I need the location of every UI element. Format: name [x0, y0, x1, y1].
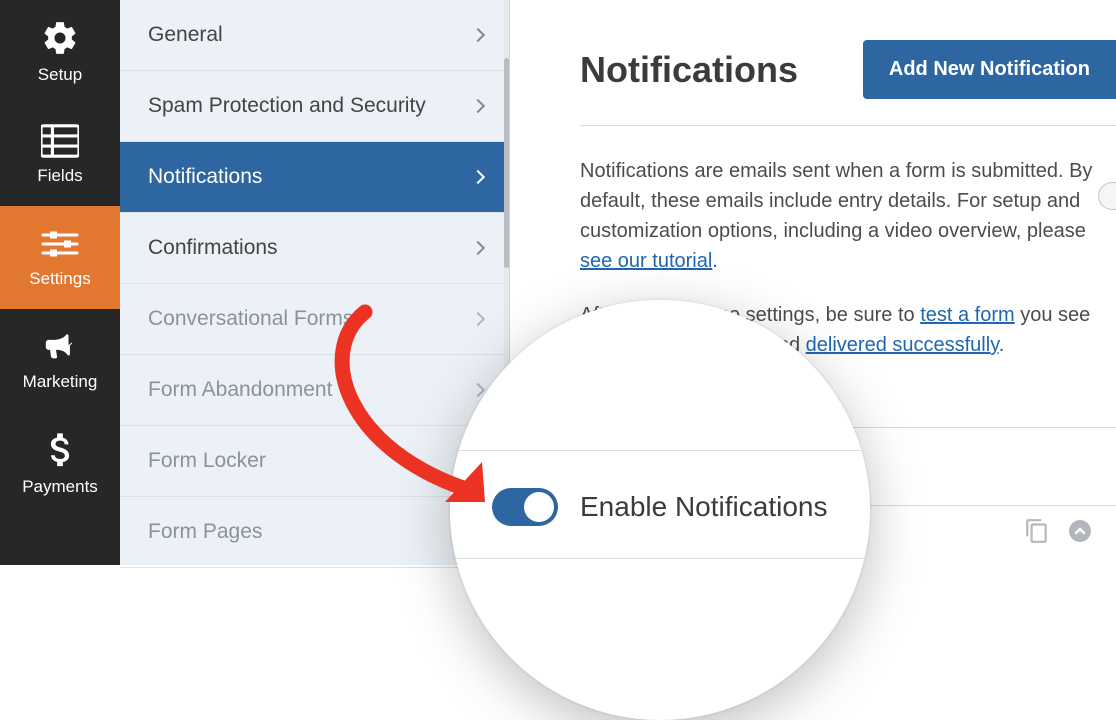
subpanel-label: Form Pages — [148, 520, 262, 544]
main-nav: Setup Fields Settings — [0, 0, 120, 565]
nav-label-settings: Settings — [29, 269, 90, 289]
subpanel-item-general[interactable]: General — [120, 0, 509, 71]
magnifier-callout: Enable Notifications — [450, 300, 870, 720]
dollar-icon — [47, 431, 73, 469]
list-icon — [41, 124, 79, 158]
desc-p1-pre: Notifications are emails sent when a for… — [580, 160, 1092, 242]
nav-item-settings[interactable]: Settings — [0, 206, 120, 309]
subpanel-item-confirmations[interactable]: Confirmations — [120, 213, 509, 284]
nav-item-setup[interactable]: Setup — [0, 0, 120, 103]
enable-notifications-label: Enable Notifications — [580, 491, 827, 523]
subpanel-label: Spam Protection and Security — [148, 94, 426, 118]
collapse-up-icon[interactable] — [1068, 519, 1092, 548]
nav-label-payments: Payments — [22, 477, 98, 497]
subpanel-label: Notifications — [148, 165, 262, 189]
header-divider — [580, 125, 1116, 126]
subpanel-item-notifications[interactable]: Notifications — [120, 142, 509, 213]
toggle-knob — [524, 492, 554, 522]
subpanel-label: Form Locker — [148, 449, 266, 473]
nav-label-fields: Fields — [37, 166, 82, 186]
subpanel-label: Conversational Forms — [148, 307, 353, 331]
subpanel-label: General — [148, 23, 223, 47]
nav-label-marketing: Marketing — [23, 372, 98, 392]
chevron-right-icon — [471, 170, 485, 184]
nav-label-setup: Setup — [38, 65, 82, 85]
subpanel-scrollbar-thumb[interactable] — [504, 58, 509, 268]
nav-item-fields[interactable]: Fields — [0, 103, 120, 206]
sliders-icon — [40, 227, 80, 261]
add-new-notification-button[interactable]: Add New Notification — [863, 40, 1116, 99]
enable-notifications-toggle[interactable] — [492, 488, 558, 526]
subpanel-label: Form Abandonment — [148, 378, 332, 402]
chevron-right-icon — [471, 28, 485, 42]
chevron-right-icon — [471, 241, 485, 255]
nav-item-payments[interactable]: Payments — [0, 412, 120, 515]
desc-p2-post: . — [999, 334, 1005, 356]
desc-p1-post: . — [712, 250, 718, 272]
subpanel-label: Confirmations — [148, 236, 278, 260]
see-tutorial-link[interactable]: see our tutorial — [580, 250, 712, 272]
test-form-link[interactable]: test a form — [920, 304, 1014, 326]
bullhorn-icon — [40, 330, 80, 364]
subpanel-item-spam[interactable]: Spam Protection and Security — [120, 71, 509, 142]
chevron-right-icon — [471, 99, 485, 113]
nav-item-marketing[interactable]: Marketing — [0, 309, 120, 412]
page-title: Notifications — [580, 49, 798, 91]
duplicate-icon[interactable] — [1024, 518, 1050, 549]
gear-icon — [41, 19, 79, 57]
